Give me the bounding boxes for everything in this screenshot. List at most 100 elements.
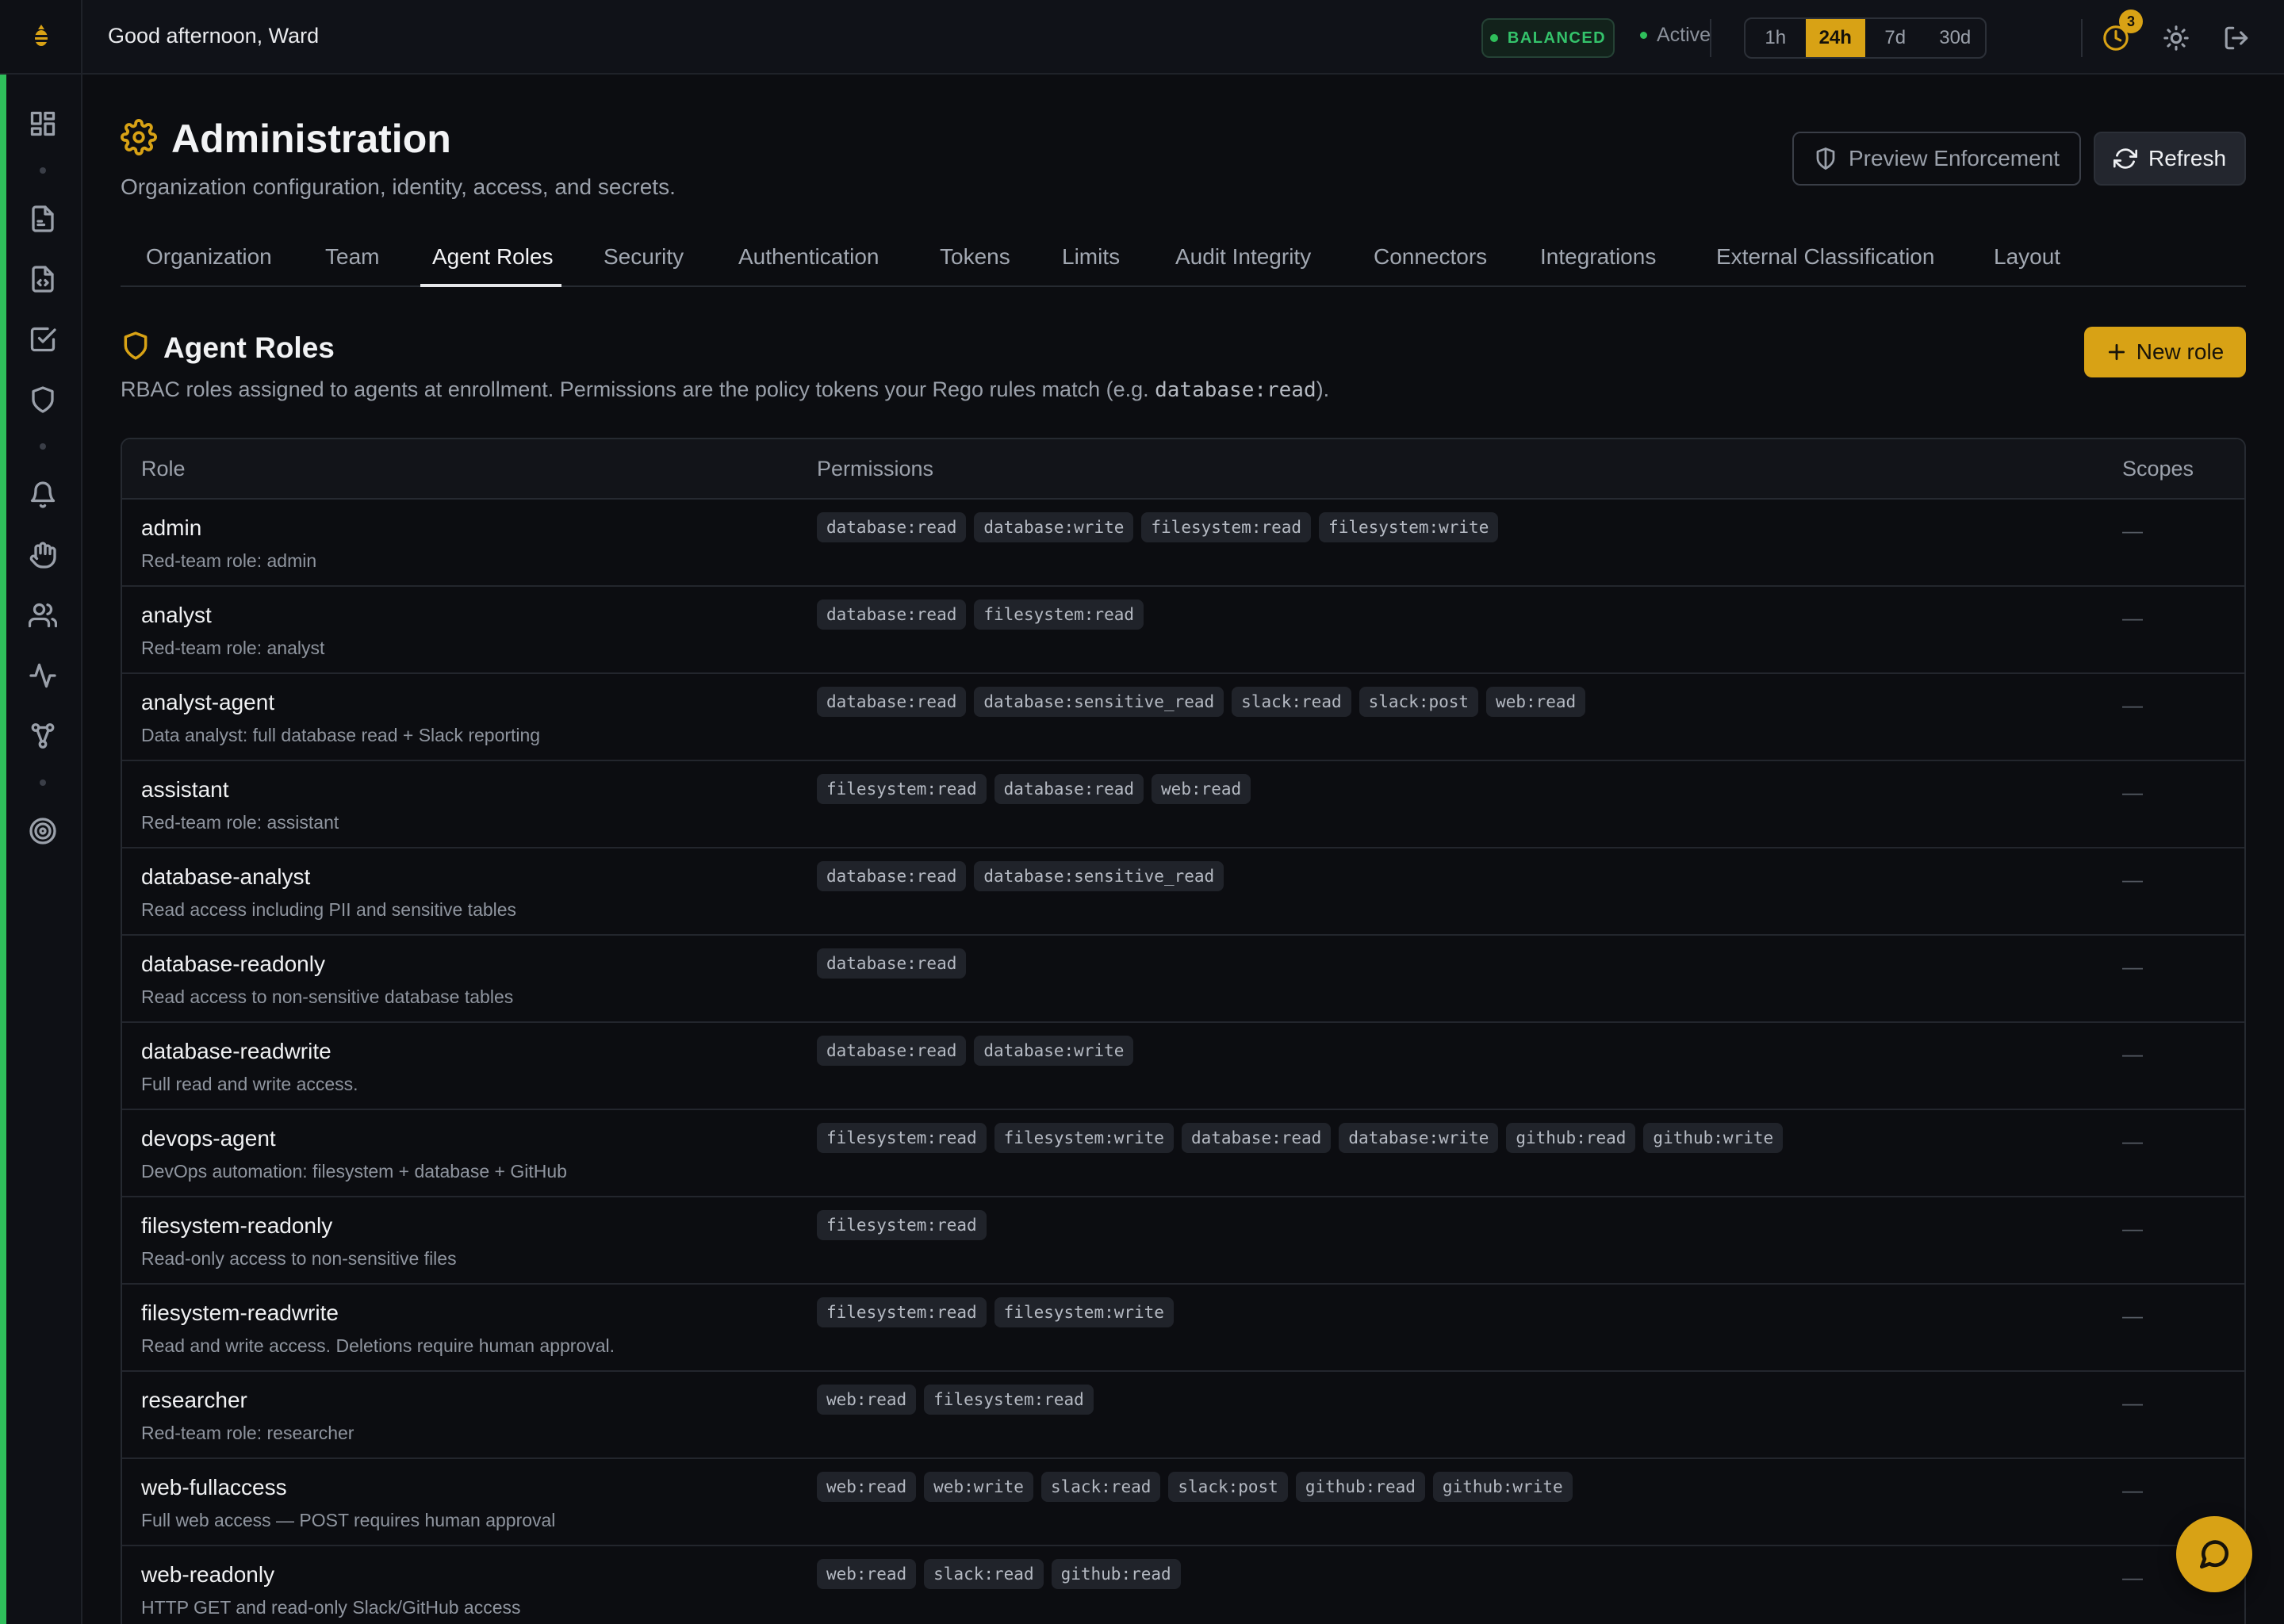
- range-7d-button[interactable]: 7d: [1865, 19, 1926, 57]
- table-row[interactable]: analyst-agent Data analyst: full database…: [122, 674, 2244, 761]
- role-name: web-readonly: [141, 1562, 275, 1587]
- table-row[interactable]: database-readwrite Full read and write ac…: [122, 1023, 2244, 1110]
- permission-list: database:read filesystem:read: [817, 599, 1144, 630]
- bell-icon[interactable]: [24, 476, 62, 514]
- rail-separator: [40, 167, 46, 174]
- role-description: DevOps automation: filesystem + database…: [141, 1161, 567, 1182]
- page-header: Administration: [121, 116, 451, 162]
- permission-chip: github:read: [1506, 1123, 1636, 1153]
- permission-chip: database:read: [817, 948, 967, 979]
- table-row[interactable]: assistant Red-team role: assistant filesys…: [122, 761, 2244, 848]
- permission-list: database:read database:write: [817, 1036, 1134, 1066]
- table-row[interactable]: database-analyst Read access including PI…: [122, 848, 2244, 936]
- table-row[interactable]: web-readonly HTTP GET and read-only Slack…: [122, 1546, 2244, 1624]
- tab-audit-integrity[interactable]: Audit Integrity: [1175, 244, 1311, 270]
- permission-list: database:read database:write filesystem:re…: [817, 512, 1499, 542]
- rail-separator: [40, 443, 46, 450]
- tab-external-classification[interactable]: External Classification: [1716, 244, 1934, 270]
- table-row[interactable]: filesystem-readonly Read-only access to n…: [122, 1197, 2244, 1285]
- permission-chip: web:read: [817, 1472, 917, 1502]
- role-name: database-readwrite: [141, 1039, 331, 1063]
- permission-chip: web:read: [1486, 687, 1586, 717]
- role-description: Full read and write access.: [141, 1074, 358, 1094]
- tab-authentication[interactable]: Authentication: [738, 244, 879, 270]
- file-audit-icon[interactable]: [24, 200, 62, 238]
- active-tab-indicator: [420, 284, 561, 287]
- sidebar: [0, 0, 82, 1624]
- permission-list: web:read filesystem:read: [817, 1385, 1094, 1415]
- tab-agent-roles[interactable]: Agent Roles: [432, 244, 554, 270]
- tab-limits[interactable]: Limits: [1062, 244, 1120, 270]
- sun-icon[interactable]: [2159, 21, 2194, 56]
- table-row[interactable]: web-fullaccess Full web access — POST req…: [122, 1459, 2244, 1546]
- permission-chip: slack:read: [1232, 687, 1351, 717]
- role-name: filesystem-readonly: [141, 1213, 333, 1238]
- graph-icon[interactable]: [24, 717, 62, 755]
- plus-icon: [2108, 343, 2125, 361]
- preview-enforcement-button[interactable]: Preview Enforcement: [1792, 132, 2081, 186]
- users-icon[interactable]: [24, 596, 62, 634]
- table-header: Role Permissions Scopes: [122, 439, 2244, 500]
- refresh-button[interactable]: Refresh: [2094, 132, 2246, 186]
- range-24h-button[interactable]: 24h: [1805, 19, 1865, 57]
- range-30d-button[interactable]: 30d: [1926, 19, 1986, 57]
- page-title: Administration: [171, 117, 451, 161]
- tab-organization[interactable]: Organization: [146, 244, 272, 270]
- file-code-icon[interactable]: [24, 260, 62, 298]
- range-1h-button[interactable]: 1h: [1746, 19, 1806, 57]
- permission-chip: filesystem:read: [817, 1123, 987, 1153]
- permission-chip: slack:read: [924, 1559, 1044, 1589]
- permission-list: filesystem:read: [817, 1210, 987, 1240]
- table-row[interactable]: analyst Red-team role: analyst database:re…: [122, 587, 2244, 674]
- gear-icon: [121, 118, 157, 159]
- permission-list: database:read database:sensitive_read slac…: [817, 687, 1586, 717]
- active-rail-indicator: [0, 75, 6, 1624]
- chat-bubble-icon: [2199, 1540, 2229, 1569]
- time-range-selector: 1h 24h 7d 30d: [1744, 17, 1987, 59]
- target-icon[interactable]: [24, 812, 62, 850]
- role-description: Data analyst: full database read + Slack…: [141, 725, 541, 745]
- permission-chip: database:sensitive_read: [974, 861, 1224, 891]
- new-role-label: New role: [2136, 339, 2225, 364]
- logout-icon[interactable]: [2219, 21, 2254, 56]
- hand-icon[interactable]: [24, 536, 62, 574]
- tab-security[interactable]: Security: [604, 244, 684, 270]
- checkbox-icon[interactable]: [24, 320, 62, 358]
- permission-chip: github:read: [1051, 1559, 1181, 1589]
- activity-icon[interactable]: [24, 657, 62, 695]
- permission-chip: database:read: [817, 687, 967, 717]
- table-row[interactable]: database-readonly Read access to non-sens…: [122, 936, 2244, 1023]
- permission-chip: slack:read: [1040, 1472, 1161, 1502]
- status-indicator: Active: [1640, 24, 1711, 47]
- role-scopes: —: [2122, 955, 2143, 979]
- shield-play-icon: [1816, 147, 1835, 170]
- tab-team[interactable]: Team: [325, 244, 379, 270]
- role-scopes: —: [2122, 519, 2143, 542]
- permission-list: filesystem:read database:read web:read: [817, 774, 1251, 804]
- role-name: database-readonly: [141, 952, 325, 976]
- permission-chip: database:write: [974, 1036, 1134, 1066]
- role-description: Red-team role: admin: [141, 550, 317, 571]
- tab-integrations[interactable]: Integrations: [1540, 244, 1656, 270]
- greeting-text: Good afternoon, Ward: [108, 24, 320, 48]
- permission-chip: web:read: [817, 1385, 917, 1415]
- shield-icon[interactable]: [24, 381, 62, 419]
- permission-list: filesystem:read filesystem:write database:…: [817, 1123, 1784, 1153]
- permission-chip: filesystem:read: [1141, 512, 1312, 542]
- chat-button[interactable]: [2176, 1516, 2252, 1592]
- tab-connectors[interactable]: Connectors: [1374, 244, 1487, 270]
- tab-layout[interactable]: Layout: [1994, 244, 2060, 270]
- mode-badge-label: BALANCED: [1507, 29, 1607, 47]
- dashboard-icon[interactable]: [24, 105, 62, 143]
- table-row[interactable]: filesystem-readwrite Read and write acces…: [122, 1285, 2244, 1372]
- permission-chip: filesystem:read: [974, 599, 1144, 630]
- role-scopes: —: [2122, 780, 2143, 804]
- role-name: analyst-agent: [141, 690, 275, 714]
- role-name: web-fullaccess: [141, 1475, 287, 1500]
- new-role-button[interactable]: New role: [2084, 327, 2246, 377]
- table-row[interactable]: admin Red-team role: admin database:read da…: [122, 500, 2244, 587]
- table-row[interactable]: devops-agent DevOps automation: filesyste…: [122, 1110, 2244, 1197]
- bee-logo-icon[interactable]: [0, 0, 82, 75]
- tab-tokens[interactable]: Tokens: [940, 244, 1010, 270]
- table-row[interactable]: researcher Red-team role: researcher web:r…: [122, 1372, 2244, 1459]
